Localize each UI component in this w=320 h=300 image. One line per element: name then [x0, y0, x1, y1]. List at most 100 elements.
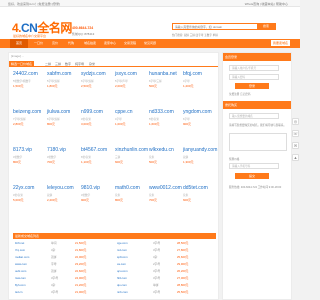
phone-icon[interactable]: ☏ [292, 130, 299, 137]
sold-price: ¥2,600元 [75, 269, 87, 273]
sold-type: 双拼 [51, 255, 57, 259]
tab-numbers[interactable]: 数字 [63, 61, 73, 67]
logo-cn: CN [21, 21, 38, 35]
domain-price: 1,200元 [183, 84, 194, 88]
domain-card[interactable]: jianyuandy.com 双拼 1,300元 [183, 147, 223, 169]
sold-domain[interactable]: qcu.com [117, 268, 128, 274]
top-links[interactable]: Whois查询 | 收藏本站 | 帮助中心 [245, 2, 288, 6]
sold-price: ¥1,500元 [75, 241, 87, 245]
list-item[interactable]: 1b6.net 单词 ¥1,500元 cge.com 3字母 ¥8,500元 [13, 240, 216, 246]
domain-card[interactable]: bfqj.com 4字母 1,200元 [183, 71, 223, 93]
list-item[interactable]: rww.com 3字母 ¥4,000元 hfd.com 3字母 ¥7,000元 [13, 275, 216, 281]
ask-note: 请填写您想要购买的域名，我们将尽快与您联系。 [229, 124, 287, 127]
ask-phone-field[interactable]: 请输入手机号码 [229, 163, 279, 169]
sold-price: ¥6,200元 [177, 269, 189, 273]
search-button[interactable]: 搜索 [257, 24, 275, 29]
nav-item[interactable]: 卖家中心 [104, 41, 116, 45]
sold-domain[interactable]: cge.com [117, 240, 128, 246]
qq-icon[interactable]: ◎ [292, 118, 299, 125]
domain-price: 900元 [183, 122, 192, 126]
tab-mixed[interactable]: 杂米 [87, 61, 97, 67]
sold-type: 2字母 [153, 262, 161, 266]
list-item[interactable]: tsd.cn 3字母 ¥1,000元 nnb.com 3字母 ¥5,500元 [13, 289, 216, 295]
domain-name[interactable]: bfqj.com [183, 71, 223, 77]
list-item[interactable]: 8yh.com 3杂 ¥1,200元 qiu.com 单拼 ¥8,800元 [13, 282, 216, 288]
sell-domain-button[interactable]: 我要卖域名 [270, 40, 290, 46]
nav-item[interactable]: 常见问题 [144, 41, 156, 45]
sold-domain[interactable]: 8yh.com [15, 282, 26, 288]
tab-three-pinyin[interactable]: 三拼 [53, 61, 63, 67]
sold-price: ¥8,500元 [177, 241, 189, 245]
sold-price: ¥7,800元 [177, 248, 189, 252]
sold-domain[interactable]: nnb.com [117, 289, 128, 295]
sold-type: 3字母 [153, 241, 161, 245]
tab-featured[interactable]: 精选一口价域名 [9, 61, 35, 67]
sold-price: ¥7,000元 [177, 276, 189, 280]
logo-prefix: 4. [12, 21, 22, 35]
sold-domain[interactable]: 1b6.net [15, 240, 24, 246]
sold-domain[interactable]: sp9.com [117, 254, 128, 260]
nav-item[interactable]: 竞价 [52, 41, 58, 45]
list-item[interactable]: 7rq.com 3杂 ¥1,800元 rxd.com 3字母 ¥7,800元 [13, 247, 216, 253]
sold-type: 单词 [51, 241, 57, 245]
nav-home[interactable]: 首页 [10, 39, 28, 48]
nav-item[interactable]: 交易流程 [124, 41, 136, 45]
nav-item[interactable]: 域名拍卖 [84, 41, 96, 45]
slogan: 最好的域名中介交易平台 [13, 34, 47, 38]
sold-type: 字母 [51, 262, 57, 266]
welcome-text[interactable]: 您好，欢迎来到4.cn！[免费注册] [登录] [8, 2, 60, 6]
sold-type: 3杂 [51, 248, 56, 252]
sold-type: 3字母 [153, 269, 161, 273]
domain-name[interactable]: yngdom.com [183, 109, 223, 115]
tab-letters[interactable]: 纯字母 [73, 61, 86, 67]
sold-domain[interactable]: oubi.com [15, 268, 26, 274]
list-item[interactable]: oubi.com 双拼 ¥2,600元 qcu.com 3字母 ¥6,200元 [13, 268, 216, 274]
sold-domain[interactable]: qiu.com [117, 282, 127, 288]
sold-domain[interactable]: meilan.com [15, 254, 29, 260]
sold-domain[interactable]: hfd.com [117, 275, 127, 281]
sold-domain[interactable]: www.com [15, 261, 27, 267]
sold-type: 3字母 [51, 290, 59, 294]
search-input[interactable] [175, 24, 253, 29]
login-button[interactable]: 登录 [235, 83, 269, 89]
domain-tabs: 精选一口价域名 二拼 三拼 数字 纯字母 杂米 [9, 61, 218, 67]
sold-domain[interactable]: rxd.com [117, 247, 127, 253]
sold-price: ¥5,500元 [177, 290, 189, 294]
hotline: 400-6644-724 [72, 26, 94, 30]
domain-card[interactable]: yngdom.com 6字母 900元 [183, 109, 223, 131]
main-nav: 首页 一口价 竞价 代购 域名拍卖 卖家中心 交易流程 常见问题 我要卖域名 [0, 39, 300, 48]
nav-item[interactable]: 代购 [68, 41, 74, 45]
ask-title: 委托购买 [223, 101, 291, 109]
register-links[interactable]: 免费注册 忘记密码 [229, 92, 289, 96]
sold-price: ¥2,000元 [75, 255, 87, 259]
domain-meta: 6字母 [183, 118, 190, 121]
sold-domain[interactable]: 7rq.com [15, 247, 25, 253]
top-icon[interactable]: ▲ [292, 154, 299, 161]
sold-domain[interactable]: tsd.cn [15, 289, 22, 295]
ask-budget-label: 预算价格 [229, 158, 240, 161]
list-item[interactable]: www.com 字母 ¥3,200元 xa.com 2字母 ¥9,900元 [13, 261, 216, 267]
search-box: 搜索 [172, 23, 276, 30]
ask-domain-field[interactable]: 输入您想要的域名 [229, 113, 279, 119]
sold-price: ¥8,800元 [177, 283, 189, 287]
domain-name[interactable]: dd5tet.com [183, 185, 223, 191]
side-footer: 服务热线: 400-6644-724 工作时间 9:00-18:00 [229, 186, 282, 189]
hot-searches[interactable]: 热门搜索: 双拼 三拼 四字母 五数字 单拼 [172, 33, 218, 37]
tab-two-pinyin[interactable]: 二拼 [43, 61, 53, 67]
sold-domain[interactable]: xa.com [117, 261, 126, 267]
ask-submit-button[interactable]: 提交 [235, 173, 269, 179]
sold-price: ¥4,000元 [75, 276, 87, 280]
login-password-field[interactable]: 请输入密码 [229, 74, 279, 80]
list-item[interactable]: meilan.com 双拼 ¥2,000元 sp9.com 3杂 ¥5,600元 [13, 254, 216, 260]
nav-item[interactable]: 一口价 [34, 41, 43, 45]
banner-image[interactable]: [image] ... [9, 53, 218, 60]
domain-name[interactable]: jianyuandy.com [183, 147, 223, 153]
login-title: 会员登录 [223, 53, 291, 61]
sold-domain[interactable]: rww.com [15, 275, 26, 281]
ask-textarea[interactable] [229, 133, 287, 151]
domain-card[interactable]: dd5tet.com 杂米 600元 [183, 185, 223, 207]
weixin-icon[interactable]: ✉ [292, 142, 299, 149]
login-user-field[interactable]: 请输入用户名/手机号 [229, 65, 279, 71]
sold-price: ¥1,000元 [75, 290, 87, 294]
sold-type: 双拼 [51, 269, 57, 273]
